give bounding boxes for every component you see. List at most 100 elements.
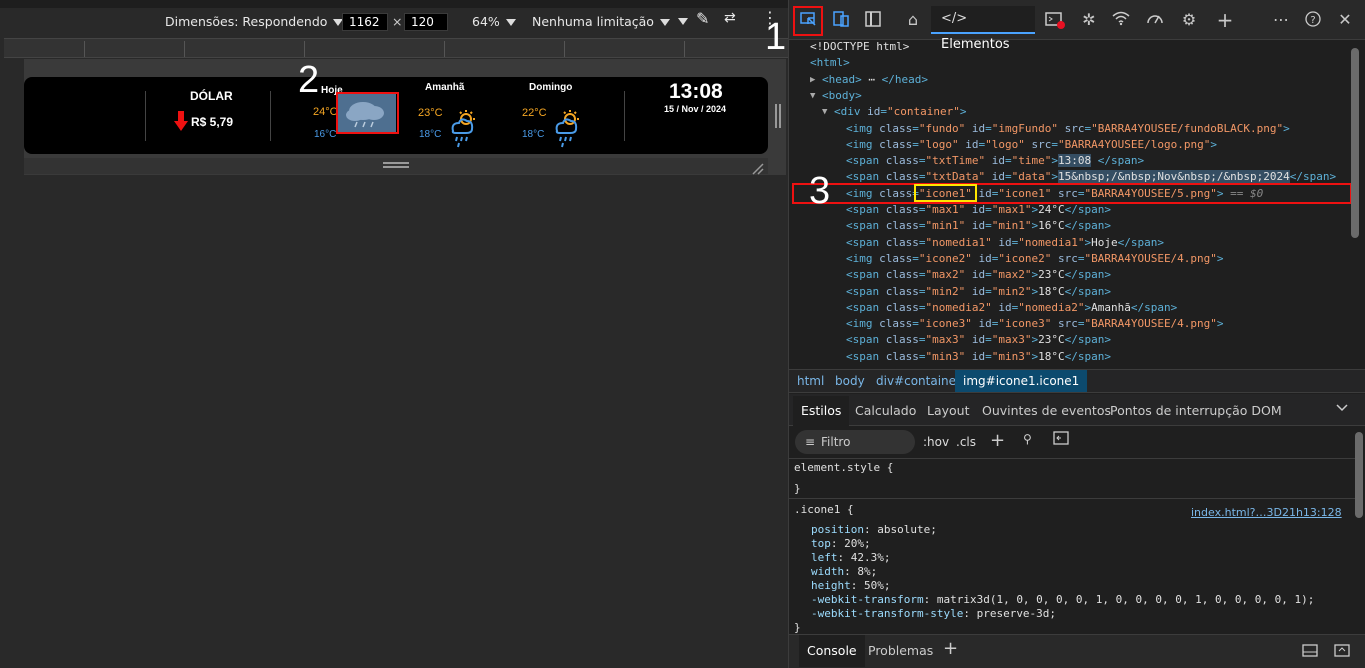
tab-dom-breakpoints[interactable]: Pontos de interrupção DOM: [1110, 403, 1282, 418]
dom-tree-line[interactable]: <span class="nomedia2" id="nomedia2">Ama…: [846, 300, 1177, 316]
annotation-box-1: [793, 6, 823, 36]
device-viewport: Dimensões: Respondendo 1162 × 120 64% Ne…: [0, 0, 788, 668]
dom-tree-line[interactable]: <img class="icone2" id="icone2" src="BAR…: [846, 251, 1224, 267]
clock-date: 15 / Nov / 2024: [664, 104, 727, 114]
console-icon[interactable]: [1045, 10, 1065, 30]
tab-problems[interactable]: Problemas: [868, 643, 933, 658]
styles-scrollbar[interactable]: [1355, 432, 1363, 518]
dom-tree-line[interactable]: <span class="min3" id="min3">18°C</span>: [846, 349, 1111, 365]
dom-tree-line[interactable]: <html>: [810, 55, 850, 71]
filter-icon: ≡: [805, 435, 816, 449]
dom-tree-line[interactable]: <span class="max1" id="max1">24°C</span>: [846, 202, 1111, 218]
dom-tree-line[interactable]: ▼ <div id="container">: [822, 104, 966, 120]
css-declaration[interactable]: position: absolute;: [811, 523, 1314, 537]
rotate-icon[interactable]: ⇄: [724, 10, 736, 26]
tab-computed[interactable]: Calculado: [855, 403, 916, 418]
sidebar-toggle-icon[interactable]: [863, 10, 883, 30]
dom-tree-line[interactable]: <span class="min1" id="min1">16°C</span>: [846, 218, 1111, 234]
width-input[interactable]: 1162: [342, 13, 388, 31]
dom-tree-line[interactable]: <span class="min2" id="min2">18°C</span>: [846, 284, 1111, 300]
divider: [270, 91, 271, 141]
media-query-ruler: [4, 38, 788, 58]
dom-scrollbar[interactable]: [1351, 48, 1359, 238]
dollar-title: DÓLAR: [190, 89, 233, 103]
resize-handle-right[interactable]: [775, 104, 781, 128]
dom-tree-line[interactable]: <span class="nomedia1" id="nomedia1">Hoj…: [846, 235, 1164, 251]
dom-tree-line[interactable]: <span class="max2" id="max2">23°C</span>: [846, 267, 1111, 283]
performance-icon[interactable]: [1145, 10, 1165, 30]
svg-text:?: ?: [1310, 15, 1315, 26]
annotation-box-3: [792, 183, 1352, 204]
close-icon[interactable]: ✕: [1335, 10, 1355, 30]
resize-corner-icon[interactable]: [752, 160, 764, 175]
dom-tree-line[interactable]: <span class="max3" id="max3">23°C</span>: [846, 332, 1111, 348]
breadcrumb-div[interactable]: div#container: [876, 374, 961, 388]
computed-toggle-icon[interactable]: [1053, 431, 1069, 448]
home-icon[interactable]: ⌂: [903, 10, 923, 30]
dock-icon[interactable]: [1301, 642, 1319, 661]
bug-icon[interactable]: ✲: [1079, 10, 1099, 30]
tab-event-listeners[interactable]: Ouvintes de eventos: [982, 403, 1111, 418]
chevron-down-icon[interactable]: [672, 13, 688, 28]
dom-tree-line[interactable]: ▶ <head> ⋯ </head>: [810, 72, 928, 88]
times-sign: ×: [392, 14, 403, 29]
css-declaration[interactable]: -webkit-transform: matrix3d(1, 0, 0, 0, …: [811, 593, 1314, 607]
wifi-icon[interactable]: [1111, 10, 1131, 30]
collapse-arrow-icon[interactable]: ▶: [810, 72, 821, 88]
element-style-selector[interactable]: element.style {: [794, 461, 893, 474]
close-brace: }: [794, 482, 801, 495]
sensors-icon[interactable]: ✎: [696, 9, 709, 28]
tab-elements[interactable]: </> Elementos: [931, 6, 1035, 52]
dom-tree-line[interactable]: <span class="txtTime" id="time">13:08 </…: [846, 153, 1144, 169]
dom-tree-line[interactable]: <img class="fundo" id="imgFundo" src="BA…: [846, 121, 1290, 137]
divider: [145, 91, 146, 141]
expand-arrow-icon[interactable]: ▼: [810, 88, 821, 104]
day2-min: 18°C: [419, 129, 442, 140]
day1-min: 16°C: [314, 129, 337, 140]
help-icon[interactable]: ?: [1303, 10, 1323, 30]
breadcrumb-html[interactable]: html: [797, 374, 824, 388]
dimensions-dropdown[interactable]: Dimensões: Respondendo: [165, 14, 344, 29]
css-declaration[interactable]: left: 42.3%;: [811, 551, 1314, 565]
cls-toggle[interactable]: .cls: [956, 435, 976, 449]
resize-handle-bottom[interactable]: [24, 158, 768, 175]
zoom-label: 64%: [472, 14, 500, 29]
filter-placeholder: Filtro: [821, 435, 851, 449]
styles-pane: element.style { } .icone1 { index.html?……: [789, 458, 1355, 634]
breadcrumb-img[interactable]: img#icone1.icone1: [955, 370, 1088, 392]
device-toggle-icon[interactable]: [831, 10, 851, 30]
dom-tree-line[interactable]: <img class="icone3" id="icone3" src="BAR…: [846, 316, 1224, 332]
dom-tree-line[interactable]: ▼ <body>: [810, 88, 862, 104]
rule-selector[interactable]: .icone1 {: [794, 503, 854, 516]
hov-toggle[interactable]: :hov: [923, 435, 949, 449]
collapse-drawer-icon[interactable]: [1333, 642, 1351, 661]
tab-layout[interactable]: Layout: [927, 403, 970, 418]
css-declaration[interactable]: height: 50%;: [811, 579, 1314, 593]
rule-source-link[interactable]: index.html?…3D21h13:128: [1191, 506, 1342, 519]
css-declaration[interactable]: -webkit-transform-style: preserve-3d;: [811, 607, 1314, 621]
add-tab-icon[interactable]: +: [1215, 10, 1235, 30]
tab-styles[interactable]: Estilos: [793, 396, 850, 426]
add-drawer-tab-icon[interactable]: +: [943, 638, 958, 659]
css-declaration[interactable]: top: 20%;: [811, 537, 1314, 551]
more-tools-icon[interactable]: ⋯: [1271, 10, 1291, 30]
expand-arrow-icon[interactable]: ▼: [822, 104, 833, 120]
device-toolbar: Dimensões: Respondendo 1162 × 120 64% Ne…: [0, 8, 788, 36]
memory-icon[interactable]: ⚙: [1179, 10, 1199, 30]
height-input[interactable]: 120: [404, 13, 448, 31]
tab-console[interactable]: Console: [799, 635, 865, 667]
dimensions-label: Dimensões: Respondendo: [165, 14, 328, 29]
styles-tabs: Estilos Calculado Layout Ouvintes de eve…: [789, 394, 1365, 426]
breadcrumb-body[interactable]: body: [835, 374, 865, 388]
zoom-dropdown[interactable]: 64%: [472, 14, 516, 29]
chevron-down-icon[interactable]: [1335, 400, 1349, 417]
new-rule-icon[interactable]: +: [990, 430, 1005, 451]
dom-tree[interactable]: <!DOCTYPE html> <html> ▶ <head> ⋯ </head> ▼…: [789, 40, 1349, 368]
dom-tree-line[interactable]: <img class="logo" id="logo" src="BARRA4Y…: [846, 137, 1217, 153]
dom-tree-line[interactable]: <!DOCTYPE html>: [810, 40, 909, 55]
throttle-dropdown[interactable]: Nenhuma limitação: [532, 14, 670, 29]
paint-icon[interactable]: ⚲: [1023, 432, 1032, 446]
filter-input[interactable]: ≡ Filtro: [795, 430, 915, 454]
css-declaration[interactable]: width: 8%;: [811, 565, 1314, 579]
viewport-top-strip: [0, 0, 788, 8]
